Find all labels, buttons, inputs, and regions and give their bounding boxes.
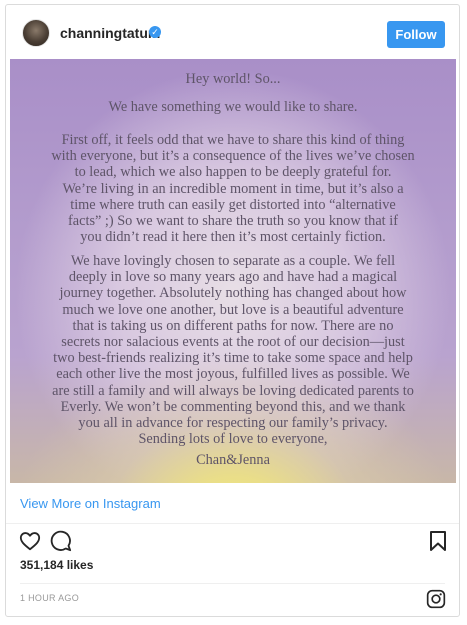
verified-badge-icon: ✓ xyxy=(149,26,161,38)
avatar[interactable] xyxy=(22,19,50,47)
letter-line: you didn’t read it here then it’s most c… xyxy=(80,229,386,246)
view-more-row: View More on Instagram xyxy=(6,483,459,524)
letter-line: much we love one another, but love is a … xyxy=(62,301,404,318)
bookmark-icon[interactable] xyxy=(429,530,447,552)
post-image[interactable]: Hey world! So... We have something we wo… xyxy=(10,59,456,483)
letter-line: First off, it feels odd that we have to … xyxy=(61,132,405,148)
action-bar xyxy=(6,526,459,556)
post-header: channingtatum ✓ Follow xyxy=(6,5,459,59)
letter-line: that is taking us on different paths for… xyxy=(72,317,394,334)
letter-line: are still a family and will always be lo… xyxy=(52,382,414,399)
letter-share: We have something we would like to share… xyxy=(108,99,358,115)
letter-line: secrets nor salacious events at the root… xyxy=(61,334,405,351)
letter-line: time where truth can easily get distorte… xyxy=(70,196,396,213)
letter-line: facts” ;) So we want to share the truth … xyxy=(68,213,398,230)
instagram-embed-card: channingtatum ✓ Follow Hey world! So... … xyxy=(5,4,460,617)
letter-line: journey together. Absolutely nothing has… xyxy=(59,285,407,302)
username-link[interactable]: channingtatum xyxy=(60,25,160,41)
letter-paragraph-2: We have lovingly chosen to separate as a… xyxy=(10,253,456,447)
letter-line: We have lovingly chosen to separate as a… xyxy=(70,253,396,269)
instagram-logo-icon[interactable] xyxy=(426,589,446,609)
letter-line: deeply in love so many years ago and hav… xyxy=(68,269,398,286)
letter-line: you all in advance for respecting our fa… xyxy=(78,415,388,432)
letter-line: each other live the most joyous, fulfill… xyxy=(56,366,410,383)
divider xyxy=(20,583,445,584)
letter-line: with everyone, but it’s a consequence of… xyxy=(51,148,415,165)
letter-greeting: Hey world! So... xyxy=(185,71,281,87)
follow-button[interactable]: Follow xyxy=(387,21,445,48)
letter-line: two best-friends realizing it’s time to … xyxy=(53,350,413,367)
letter-line: to lead, which we also happen to be deep… xyxy=(74,164,392,181)
letter-line: Sending lots of love to everyone, xyxy=(138,431,328,448)
heart-icon[interactable] xyxy=(19,530,41,552)
letter-line: We’re living in an incredible moment in … xyxy=(62,180,404,197)
view-more-link[interactable]: View More on Instagram xyxy=(20,496,161,511)
post-timestamp[interactable]: 1 HOUR AGO xyxy=(20,593,79,603)
comment-icon[interactable] xyxy=(50,530,72,552)
letter-line: Everly. We won’t be commenting beyond th… xyxy=(60,398,406,415)
likes-count[interactable]: 351,184 likes xyxy=(20,558,93,572)
letter-paragraph-1: First off, it feels odd that we have to … xyxy=(10,132,456,245)
letter-signature: Chan&Jenna xyxy=(196,452,270,468)
